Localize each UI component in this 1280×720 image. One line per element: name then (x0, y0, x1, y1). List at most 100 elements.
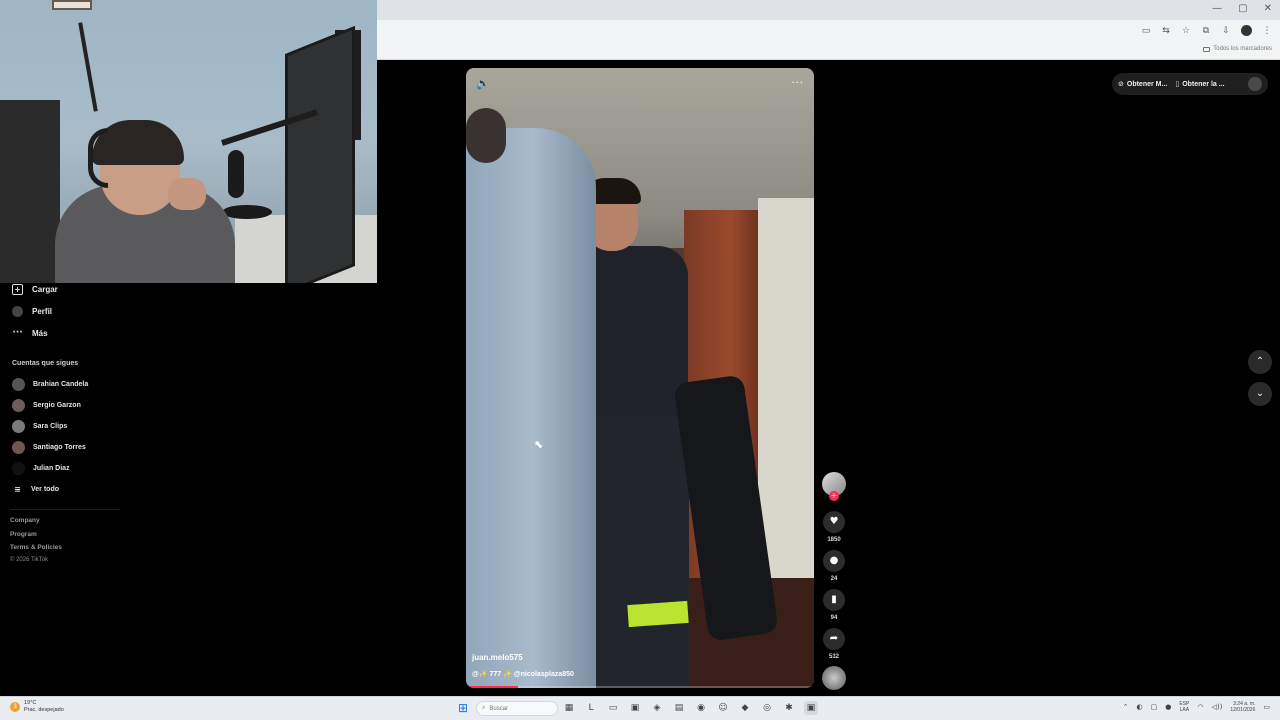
tray-app-icon[interactable]: ▢ (1151, 703, 1158, 711)
video-caption: @✨ 777 ✨ @nicolasplaza850 (472, 671, 574, 678)
previous-video-button[interactable]: ⌃ (1248, 350, 1272, 374)
comment-button[interactable]: ● (823, 550, 845, 572)
menu-icon[interactable]: ⋮ (1262, 26, 1272, 36)
see-all-label: Ver todo (31, 486, 60, 493)
language-indicator[interactable]: ESP LAA (1179, 701, 1189, 713)
taskbar-search[interactable]: ⌕ Buscar (476, 701, 558, 716)
footer-link-company[interactable]: Company (10, 517, 40, 524)
taskbar: 3 19°C Prac. despejado ⊞ ⌕ Buscar ▦ L ▭ … (0, 696, 1280, 720)
share-button[interactable]: ➦ (823, 628, 845, 650)
heart-icon: ♥ (829, 516, 839, 527)
all-bookmarks-folder[interactable]: Todos los marcadores (1203, 46, 1272, 52)
translate-icon[interactable]: ⇆ (1161, 26, 1171, 36)
comment-count: 24 (830, 576, 838, 582)
sidebar: + Cargar Perfil ··· Más Cuentas que sigu… (0, 283, 125, 693)
video-scene-right-wall (758, 198, 814, 598)
video-player[interactable]: 🔈 ··· juan.melo575 @✨ 777 ✨ @nicolasplaz… (466, 68, 814, 688)
chevron-up-icon[interactable]: ⌃ (1123, 703, 1129, 711)
more-options-icon[interactable]: ··· (791, 78, 804, 89)
weather-icon: 3 (10, 702, 20, 712)
weather-temperature: 19°C (24, 700, 37, 706)
terminal-icon[interactable]: L (584, 701, 598, 715)
tray-app-icon[interactable]: ◐ (1137, 703, 1143, 711)
weather-widget[interactable]: 3 19°C Prac. despejado (10, 700, 64, 714)
following-item[interactable]: Santiago Torres (12, 441, 86, 454)
avatar (12, 399, 25, 412)
phone-icon: ▯ (1175, 80, 1180, 88)
widgets-icon[interactable]: ▦ (562, 701, 576, 715)
maximize-button[interactable]: ▢ (1238, 3, 1247, 14)
following-name: Santiago Torres (33, 444, 86, 451)
photos-icon[interactable]: ▣ (628, 701, 642, 715)
nav-more[interactable]: ··· Más (12, 328, 47, 339)
following-item[interactable]: Sara Clips (12, 420, 67, 433)
volume-icon[interactable]: ◁)) (1211, 703, 1222, 711)
following-item[interactable]: Julian Diaz (12, 462, 70, 475)
windows-start-icon[interactable]: ⊞ (458, 702, 470, 714)
video-username[interactable]: juan.melo575 (472, 653, 523, 662)
browser-profile-avatar[interactable] (1241, 25, 1252, 36)
cast-icon[interactable]: ▭ (1141, 26, 1151, 36)
spotify-icon[interactable]: ◎ (760, 701, 774, 715)
file-explorer-icon[interactable]: ▭ (606, 701, 620, 715)
following-item[interactable]: Brahian Candela (12, 378, 88, 391)
search-placeholder: Buscar (489, 705, 509, 712)
get-coins-label: Obtener M... (1126, 80, 1168, 88)
volume-icon[interactable]: 🔈 (476, 78, 490, 90)
headphones (88, 128, 108, 188)
copilot-icon[interactable]: ◈ (650, 701, 664, 715)
copyright: © 2026 TikTok (10, 557, 49, 563)
video-progress-bar[interactable] (466, 686, 814, 688)
app-icon[interactable]: ◆ (738, 701, 752, 715)
see-all-button[interactable]: ≡ Ver todo (12, 484, 59, 495)
avatar (12, 378, 25, 391)
toolbar-icons: ▭ ⇆ ☆ ⧉ ⇩ ⋮ (1141, 25, 1272, 36)
nav-profile[interactable]: Perfil (12, 306, 52, 317)
screen: — ▢ ✕ ▭ ⇆ ☆ ⧉ ⇩ ⋮ Todos los marcadores +… (0, 0, 1280, 720)
nav-upload-label: Cargar (32, 285, 58, 294)
get-app-button[interactable]: ▯ Obtener la ... (1175, 80, 1224, 88)
following-name: Julian Diaz (33, 465, 70, 472)
save-button[interactable]: ▮ (823, 589, 845, 611)
like-button[interactable]: ♥ (823, 511, 845, 533)
follow-plus-icon[interactable]: + (829, 491, 839, 501)
bookmarks-bar: Todos los marcadores (377, 44, 1280, 60)
footer-link-terms[interactable]: Terms & Policies (10, 544, 62, 551)
clock[interactable]: 3:24 a. m. 12/01/2026 (1230, 701, 1255, 713)
star-icon[interactable]: ☆ (1181, 26, 1191, 36)
comment-icon: ● (829, 555, 839, 566)
wifi-icon[interactable]: ◠ (1197, 703, 1203, 711)
next-video-button[interactable]: ⌄ (1248, 382, 1272, 406)
webcam-mic-base (222, 205, 272, 219)
footer-link-program[interactable]: Program (10, 531, 37, 538)
share-count: 532 (828, 654, 839, 660)
app-icon[interactable]: ✱ (782, 701, 796, 715)
calculator-icon[interactable]: ▤ (672, 701, 686, 715)
notifications-icon[interactable]: ▭ (1263, 703, 1270, 711)
extensions-icon[interactable]: ⧉ (1201, 26, 1211, 36)
minimize-button[interactable]: — (1212, 3, 1222, 14)
microphone-icon[interactable]: ● (1165, 703, 1171, 711)
user-avatar[interactable] (1248, 77, 1262, 91)
webcam-overlay (0, 0, 377, 283)
following-item[interactable]: Sergio Garzon (12, 399, 81, 412)
avatar (12, 462, 25, 475)
following-name: Sergio Garzon (33, 402, 81, 409)
music-disc-icon[interactable] (822, 666, 846, 690)
chrome-icon[interactable]: ◉ (694, 701, 708, 715)
video-progress-fill (466, 686, 519, 688)
action-rail: + ♥ 1850 ● 24 ▮ 94 ➦ 532 (821, 472, 847, 692)
get-coins-button[interactable]: ⊘ Obtener M... (1118, 80, 1167, 88)
discord-icon[interactable]: ☺ (716, 701, 730, 715)
folder-icon (1203, 46, 1211, 52)
chevron-up-icon: ⌃ (1255, 356, 1265, 367)
list-icon: ≡ (14, 485, 21, 494)
video-foreground-head (466, 108, 506, 163)
avatar (12, 441, 25, 454)
close-window-button[interactable]: ✕ (1264, 3, 1272, 14)
all-bookmarks-label: Todos los marcadores (1213, 46, 1272, 52)
obs-icon[interactable]: ▣ (804, 701, 818, 715)
nav-upload[interactable]: + Cargar (12, 284, 58, 295)
sidebar-divider (10, 509, 120, 510)
download-icon[interactable]: ⇩ (1221, 26, 1231, 36)
